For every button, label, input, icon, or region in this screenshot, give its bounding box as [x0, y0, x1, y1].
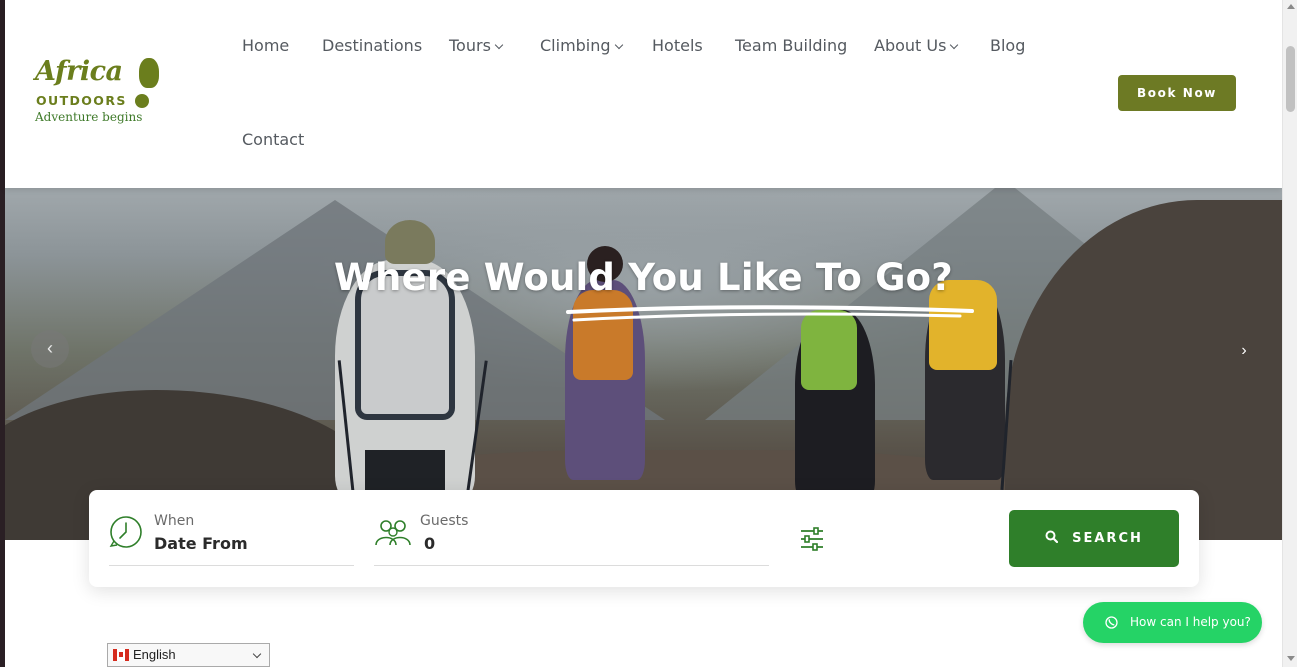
search-icon	[1045, 530, 1059, 544]
hero-title: Where Would You Like To Go?	[334, 256, 953, 299]
guests-field[interactable]: Guests 0	[374, 510, 769, 566]
date-from-value: Date From	[154, 534, 248, 553]
whatsapp-chat-button[interactable]: How can I help you?	[1083, 602, 1262, 643]
nav-blog[interactable]: Blog	[990, 36, 1025, 55]
site-logo[interactable]: Africa OUTDOORS Adventure begins	[35, 56, 165, 128]
footprint-icon	[139, 58, 159, 88]
date-field[interactable]: When Date From	[109, 510, 354, 566]
guests-label: Guests	[420, 513, 469, 529]
whatsapp-icon	[1105, 616, 1118, 629]
chevron-left-icon: ‹	[47, 338, 53, 358]
slider-prev-button[interactable]: ‹	[31, 330, 69, 368]
chevron-down-icon	[494, 40, 504, 50]
book-now-button[interactable]: Book Now	[1118, 75, 1236, 111]
guests-value: 0	[424, 534, 436, 553]
nav-climbing[interactable]: Climbing	[540, 36, 623, 55]
nav-hotels[interactable]: Hotels	[652, 36, 703, 55]
chevron-right-icon: ›	[1241, 342, 1247, 359]
canada-flag-icon	[113, 649, 129, 661]
chevron-down-icon	[252, 649, 262, 659]
chevron-down-icon	[950, 40, 959, 50]
language-select[interactable]: English	[107, 643, 270, 667]
page-scrollbar[interactable]	[1282, 0, 1297, 667]
chevron-down-icon	[614, 40, 623, 50]
group-icon	[375, 520, 411, 546]
nav-home[interactable]: Home	[242, 36, 289, 55]
search-button[interactable]: SEARCH	[1009, 510, 1179, 567]
nav-tours[interactable]: Tours	[449, 36, 504, 55]
nav-contact[interactable]: Contact	[242, 130, 304, 149]
footprint-icon	[135, 94, 149, 108]
scroll-thumb[interactable]	[1286, 46, 1295, 112]
nav-about-us[interactable]: About Us	[874, 36, 959, 55]
scroll-up-icon[interactable]	[1287, 4, 1295, 9]
hiker-figure	[795, 310, 875, 500]
sliders-icon[interactable]	[799, 526, 825, 552]
brush-underline-icon	[566, 305, 974, 322]
nav-team-building[interactable]: Team Building	[735, 36, 847, 55]
scroll-down-icon[interactable]	[1287, 656, 1295, 661]
when-label: When	[154, 513, 195, 529]
clock-icon	[109, 516, 142, 548]
hero-slider: ‹ ›	[5, 160, 1282, 540]
nav-destinations[interactable]: Destinations	[322, 36, 422, 55]
site-header: Africa OUTDOORS Adventure begins Home De…	[5, 0, 1282, 188]
search-form: When Date From Guests 0 SEARCH	[89, 490, 1199, 587]
slider-next-button[interactable]: ›	[1233, 343, 1255, 365]
